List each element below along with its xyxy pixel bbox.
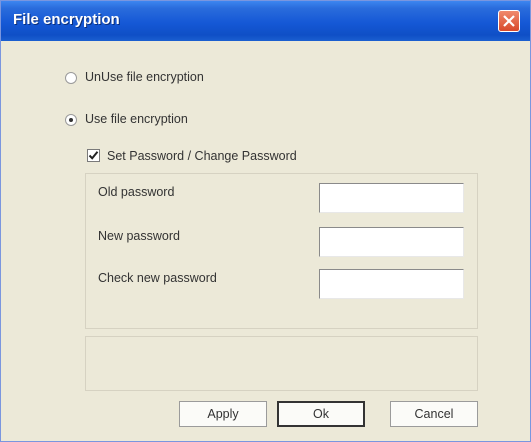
check-icon	[88, 151, 99, 160]
old-password-label: Old password	[98, 185, 175, 199]
radio-selected-dot	[69, 118, 73, 122]
ok-button[interactable]: Ok	[277, 401, 365, 427]
set-password-label[interactable]: Set Password / Change Password	[107, 149, 297, 163]
close-button[interactable]	[498, 10, 520, 32]
title-bar[interactable]: File encryption	[1, 1, 530, 41]
old-password-field[interactable]	[319, 183, 464, 213]
cancel-button[interactable]: Cancel	[390, 401, 478, 427]
unuse-encryption-radio[interactable]	[65, 72, 77, 84]
new-password-field[interactable]	[319, 227, 464, 257]
window-title: File encryption	[13, 11, 120, 28]
apply-button[interactable]: Apply	[179, 401, 267, 427]
file-encryption-dialog: File encryption UnUse file encryption Us…	[0, 0, 531, 442]
check-new-password-label: Check new password	[98, 271, 217, 285]
message-area	[85, 336, 478, 391]
set-password-checkbox[interactable]	[87, 149, 100, 162]
use-encryption-radio[interactable]	[65, 114, 77, 126]
new-password-label: New password	[98, 229, 180, 243]
unuse-encryption-label[interactable]: UnUse file encryption	[85, 70, 204, 84]
use-encryption-label[interactable]: Use file encryption	[85, 112, 188, 126]
check-new-password-field[interactable]	[319, 269, 464, 299]
close-icon	[503, 15, 515, 27]
